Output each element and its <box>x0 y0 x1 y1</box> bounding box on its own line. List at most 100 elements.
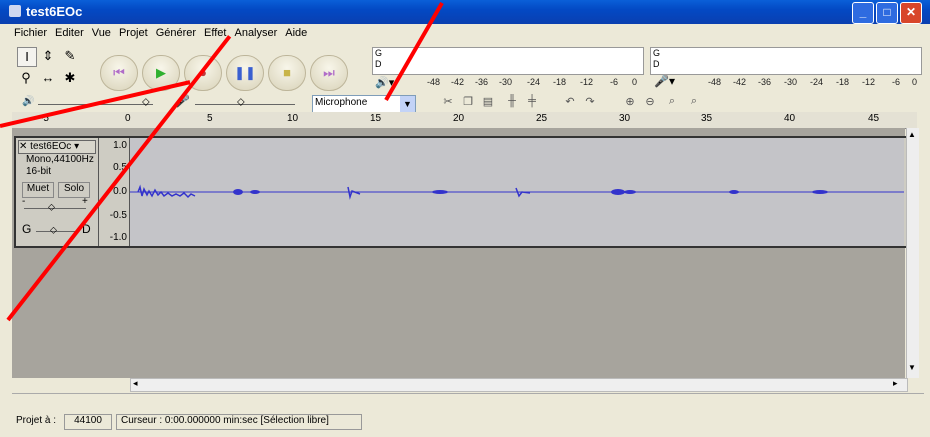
undo-icon[interactable]: ↶ <box>562 95 578 108</box>
close-button[interactable]: ✕ <box>900 2 922 24</box>
ruler-tick: 25 <box>536 113 548 124</box>
draw-tool-icon[interactable]: ✎ <box>61 47 79 65</box>
waveform-graph <box>130 184 904 200</box>
audio-track[interactable]: ✕ test6EOc ▾ Mono,44100Hz 16-bit Muet So… <box>14 136 908 248</box>
pan-slider-thumb[interactable]: ⬦ <box>50 225 57 236</box>
ruler-tick: 20 <box>453 113 465 124</box>
title-bar: test6EOc _ □ ✕ <box>0 0 930 24</box>
scale-label: -6 <box>892 77 901 87</box>
waveform[interactable] <box>130 138 904 246</box>
track-area: ✕ test6EOc ▾ Mono,44100Hz 16-bit Muet So… <box>12 128 908 378</box>
pan-slider[interactable] <box>36 231 78 232</box>
skip-start-icon: ⏮ <box>113 65 125 80</box>
status-bar: Projet à : 44100 Curseur : 0:00.000000 m… <box>12 410 924 432</box>
copy-icon[interactable]: ❐ <box>460 95 476 108</box>
mute-button[interactable]: Muet <box>22 182 54 198</box>
record-meter[interactable]: G D <box>650 47 922 75</box>
multi-tool-icon[interactable]: ✱ <box>61 69 79 87</box>
timeline-ruler[interactable]: -5 0 5 10 15 20 25 30 35 40 45 <box>12 112 917 129</box>
track-name: test6EOc <box>30 141 72 152</box>
skip-end-button[interactable]: ⏭ <box>310 55 348 91</box>
scale-label: -12 <box>862 77 876 87</box>
zoom-in-icon[interactable]: ⊕ <box>622 95 638 108</box>
ruler-tick: 35 <box>701 113 713 124</box>
scroll-up-icon[interactable]: ▲ <box>908 130 916 139</box>
meter-left-g: G <box>375 48 383 58</box>
scale-label: -48 <box>708 77 722 87</box>
fit-selection-icon[interactable]: ⌕ <box>664 95 680 108</box>
input-volume-slider[interactable] <box>195 104 295 105</box>
skip-start-button[interactable]: ⏮ <box>100 55 138 91</box>
microphone-icon[interactable]: 🎤▾ <box>654 74 675 88</box>
menu-vue[interactable]: Vue <box>88 25 115 41</box>
paste-icon[interactable]: ▤ <box>480 95 496 108</box>
play-icon: ▶ <box>156 65 166 80</box>
scale-label: -36 <box>758 77 772 87</box>
chevron-down-icon: ▾ <box>74 141 80 152</box>
vertical-scrollbar[interactable]: ▲ ▼ <box>906 128 919 378</box>
scale-label: -6 <box>610 77 619 87</box>
input-slider-thumb[interactable]: ⬦ <box>237 96 245 109</box>
meter-right-d: D <box>653 59 660 69</box>
project-rate-field[interactable]: 44100 <box>64 414 112 430</box>
cursor-status: Curseur : 0:00.000000 min:sec [Sélection… <box>116 414 362 430</box>
stop-button[interactable]: ■ <box>268 55 306 91</box>
stop-icon: ■ <box>283 65 291 80</box>
trim-icon[interactable]: ╫ <box>504 95 520 107</box>
volume-icon: 🔊 <box>22 96 35 107</box>
gain-min-label: - <box>22 196 26 207</box>
scale-label: -42 <box>733 77 747 87</box>
menu-projet[interactable]: Projet <box>115 25 152 41</box>
close-icon[interactable]: ✕ <box>19 141 27 152</box>
menu-generer[interactable]: Générer <box>152 25 200 41</box>
app-icon <box>9 5 21 17</box>
gain-slider-thumb[interactable]: ⬦ <box>48 202 55 213</box>
scale-label: -42 <box>451 77 465 87</box>
ruler-tick: 15 <box>370 113 382 124</box>
volume-slider-thumb[interactable]: ⬦ <box>142 96 150 109</box>
redo-icon[interactable]: ↷ <box>582 95 598 108</box>
scale-label: 0 <box>912 77 918 87</box>
pause-button[interactable]: ❚❚ <box>226 55 264 91</box>
scale-label: 0 <box>632 77 638 87</box>
scroll-down-icon[interactable]: ▼ <box>908 363 916 372</box>
ruler-tick: 30 <box>619 113 631 124</box>
zoom-tool-icon[interactable]: ⚲ <box>17 69 35 87</box>
scale-label: -18 <box>836 77 850 87</box>
minimize-button[interactable]: _ <box>852 2 874 24</box>
scale-label: -24 <box>527 77 541 87</box>
scale-label: -12 <box>580 77 594 87</box>
gain-slider[interactable] <box>24 208 86 209</box>
menu-analyser[interactable]: Analyser <box>230 25 281 41</box>
chevron-down-icon[interactable]: ▼ <box>400 96 415 112</box>
menu-editer[interactable]: Editer <box>51 25 88 41</box>
scale-label: -18 <box>553 77 567 87</box>
envelope-tool-icon[interactable]: ⇕ <box>39 47 57 65</box>
scroll-right-icon[interactable]: ▸ <box>893 378 898 389</box>
track-name-menu[interactable]: ✕ test6EOc ▾ <box>18 140 96 154</box>
track-format: Mono,44100Hz <box>26 154 94 165</box>
cut-icon[interactable]: ✂ <box>440 95 456 108</box>
timeshift-tool-icon[interactable]: ↔ <box>39 69 57 87</box>
project-rate-label: Projet à : <box>16 415 57 426</box>
scale-label: -48 <box>427 77 441 87</box>
meter-right-g: G <box>653 48 661 58</box>
ruler-tick: 0 <box>125 113 131 124</box>
track-bitdepth: 16-bit <box>26 166 52 177</box>
scroll-left-icon[interactable]: ◂ <box>133 378 138 389</box>
zoom-out-icon[interactable]: ⊖ <box>642 95 658 108</box>
amplitude-label: 1.0 <box>113 140 127 151</box>
selection-tool-icon[interactable]: I <box>17 47 37 67</box>
pause-icon: ❚❚ <box>234 65 256 80</box>
input-source-select[interactable]: Microphone ▼ <box>312 95 416 113</box>
horizontal-scrollbar[interactable]: ◂ ▸ <box>130 378 908 392</box>
menu-aide[interactable]: Aide <box>281 25 311 41</box>
window-title: test6EOc <box>26 4 83 19</box>
meter-left-d: D <box>375 59 382 69</box>
menu-fichier[interactable]: Fichier <box>10 25 51 41</box>
scale-label: -36 <box>475 77 489 87</box>
maximize-button[interactable]: □ <box>876 2 898 24</box>
silence-icon[interactable]: ╪ <box>524 95 540 107</box>
fit-project-icon[interactable]: ⌕ <box>686 95 702 108</box>
scale-label: -24 <box>810 77 824 87</box>
